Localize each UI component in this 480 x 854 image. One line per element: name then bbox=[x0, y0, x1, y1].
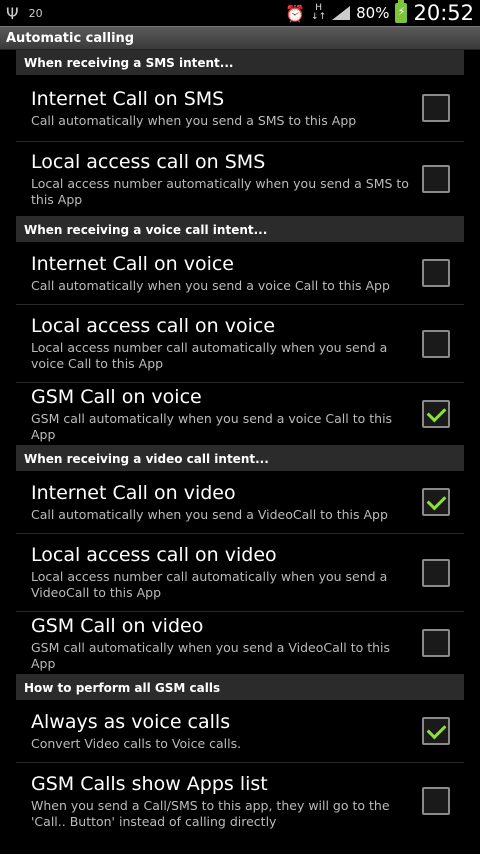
hspa-arrows: ↓↑ bbox=[311, 12, 327, 22]
pref-gsm-calls-show-apps-list[interactable]: GSM Calls show Apps list When you send a… bbox=[16, 763, 464, 839]
pref-summary: GSM call automatically when you send a V… bbox=[31, 639, 391, 671]
pref-internet-call-video[interactable]: Internet Call on video Call automaticall… bbox=[16, 471, 464, 534]
pref-title: GSM Calls show Apps list bbox=[31, 772, 268, 795]
pref-summary: When you send a Call/SMS to this app, th… bbox=[31, 797, 390, 829]
pref-gsm-call-voice[interactable]: GSM Call on voice GSM call automatically… bbox=[16, 383, 464, 446]
pref-title: GSM Call on video bbox=[31, 614, 204, 637]
pref-summary: Call automatically when you send a Video… bbox=[31, 506, 388, 522]
battery-percent: 80% bbox=[356, 4, 390, 22]
pref-title: Local access call on video bbox=[31, 544, 277, 566]
pref-internet-call-sms[interactable]: Internet Call on SMS Call automatically … bbox=[16, 75, 464, 142]
notification-text: 20 bbox=[28, 6, 43, 20]
pref-local-access-call-video[interactable]: Local access call on video Local access … bbox=[16, 534, 464, 612]
status-bar: Ψ 20 ⏰ H ↓↑ 80% 20:52 bbox=[0, 0, 480, 26]
checkbox[interactable] bbox=[422, 259, 450, 287]
pref-gsm-call-video[interactable]: GSM Call on video GSM call automatically… bbox=[16, 612, 464, 675]
checkbox[interactable] bbox=[422, 94, 450, 122]
signal-icon bbox=[332, 6, 351, 20]
pref-title: Internet Call on video bbox=[31, 481, 236, 504]
pref-title: Internet Call on SMS bbox=[31, 87, 225, 110]
pref-summary: Local access number call automatically w… bbox=[31, 340, 388, 371]
checkbox[interactable] bbox=[422, 165, 450, 193]
hspa-icon: H ↓↑ bbox=[311, 4, 326, 22]
pref-title: Internet Call on voice bbox=[31, 252, 234, 275]
category-header: When receiving a video call intent... bbox=[16, 446, 464, 471]
pref-title: Local access call on voice bbox=[31, 315, 276, 337]
category-header: When receiving a SMS intent... bbox=[16, 50, 464, 75]
checkbox[interactable] bbox=[422, 787, 450, 815]
category-header: How to perform all GSM calls bbox=[16, 675, 464, 700]
pref-internet-call-voice[interactable]: Internet Call on voice Call automaticall… bbox=[16, 242, 464, 305]
pref-summary: Convert Video calls to Voice calls. bbox=[31, 735, 242, 751]
alarm-icon: ⏰ bbox=[285, 3, 306, 23]
checkbox[interactable] bbox=[422, 717, 450, 745]
pref-title: GSM Call on voice bbox=[31, 385, 202, 408]
pref-title: Local access call on SMS bbox=[31, 150, 266, 173]
pref-summary: Local access number call automatically w… bbox=[31, 569, 388, 600]
pref-summary: GSM call automatically when you send a v… bbox=[31, 410, 393, 442]
category-header: When receiving a voice call intent... bbox=[16, 217, 464, 242]
checkbox[interactable] bbox=[422, 629, 450, 657]
pref-summary: Local access number automatically when y… bbox=[31, 175, 409, 207]
clock: 20:52 bbox=[413, 1, 474, 25]
pref-summary: Call automatically when you send a SMS t… bbox=[31, 112, 357, 128]
pref-title: Always as voice calls bbox=[31, 710, 231, 733]
pref-local-access-call-sms[interactable]: Local access call on SMS Local access nu… bbox=[16, 142, 464, 217]
pref-summary: Call automatically when you send a voice… bbox=[31, 277, 390, 293]
checkbox[interactable] bbox=[422, 558, 450, 587]
pref-always-voice-calls[interactable]: Always as voice calls Convert Video call… bbox=[16, 700, 464, 763]
usb-icon: Ψ bbox=[6, 3, 19, 23]
checkbox[interactable] bbox=[422, 329, 450, 358]
checkbox[interactable] bbox=[422, 400, 450, 428]
battery-charging-icon bbox=[395, 0, 408, 23]
preferences-list: When receiving a SMS intent... Internet … bbox=[0, 50, 480, 839]
page-title: Automatic calling bbox=[0, 26, 480, 50]
checkbox[interactable] bbox=[422, 488, 450, 516]
pref-local-access-call-voice[interactable]: Local access call on voice Local access … bbox=[16, 305, 464, 383]
